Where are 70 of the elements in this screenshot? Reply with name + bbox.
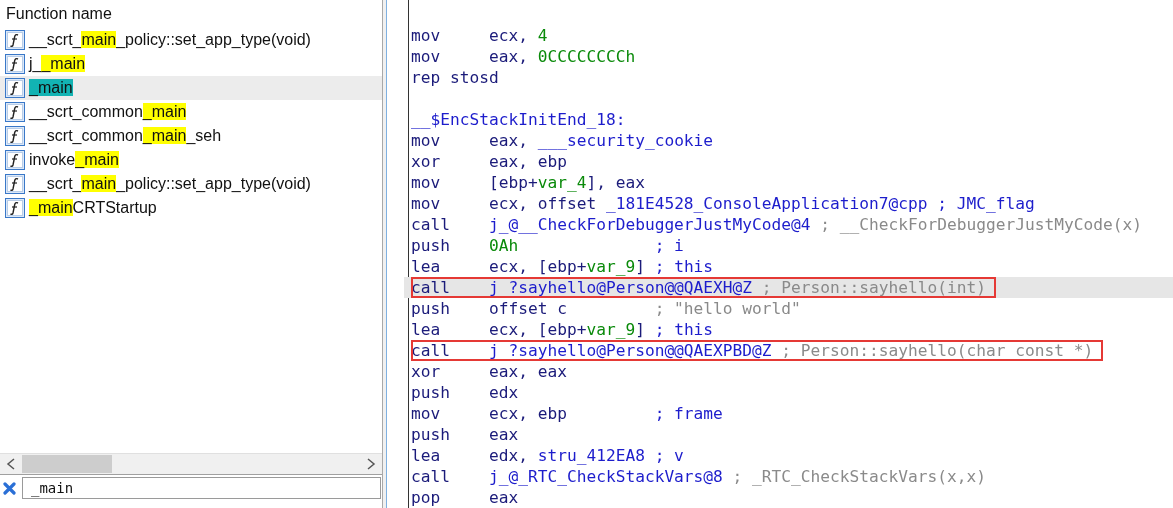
operand: j_?sayhello@Person@@QAEXH@Z [488,278,753,297]
mnemonic: call [411,278,451,297]
filter-field[interactable]: _main [22,477,381,499]
mnemonic: rep stosd [411,68,499,87]
function-icon [5,174,25,194]
mnemonic: pop [411,488,442,507]
mnemonic: push [411,236,451,255]
mnemonic: xor [411,152,442,171]
operand: edx [488,383,519,402]
comment: ; this [654,257,714,276]
function-item[interactable]: _mainCRTStartup [0,196,382,220]
comment: ; _RTC_CheckStackVars(x,x) [732,467,986,486]
mnemonic: call [411,467,451,486]
code-label: __$EncStackInitEnd_18: [411,110,626,129]
comment: ; frame [654,404,723,423]
operand: edx, stru_412EA8 [488,446,645,465]
mnemonic: xor [411,362,442,381]
operand: ecx, 4 [488,26,548,45]
horizontal-scrollbar[interactable] [0,453,382,475]
comment: ; JMC_flag [937,194,1035,213]
operand: ecx, [ebp+var_9] [488,257,645,276]
function-item[interactable]: _main [0,76,382,100]
operand: ecx, [ebp+var_9] [488,320,645,339]
operand: [ebp+var_4], eax [488,173,645,192]
mnemonic: mov [411,131,442,150]
function-icon [5,30,25,50]
comment: ; "hello world" [654,299,801,318]
mnemonic: lea [411,446,442,465]
comment: ; v [654,446,684,465]
mnemonic: push [411,299,451,318]
scroll-left-icon[interactable] [6,458,16,470]
operand: eax [488,488,519,507]
mnemonic: mov [411,404,442,423]
mnemonic: mov [411,26,442,45]
mnemonic: mov [411,173,442,192]
comment: ; Person::sayhello(char const *) [781,341,1094,360]
comment: ; this [654,320,714,339]
operand: eax [488,425,519,444]
operand: j_@_RTC_CheckStackVars@8 [488,467,723,486]
function-icon [5,150,25,170]
operand: eax, ___security_cookie [488,131,714,150]
mnemonic: push [411,425,451,444]
mnemonic: mov [411,47,442,66]
mnemonic: mov [411,194,442,213]
function-icon [5,78,25,98]
function-item[interactable]: invoke_main [0,148,382,172]
operand: j_?sayhello@Person@@QAEXPBD@Z [488,341,772,360]
operand: ecx, offset _181E4528_ConsoleApplication7@cpp [488,194,928,213]
clear-filter-icon[interactable] [3,481,16,495]
function-icon [5,198,25,218]
operand: offset c [488,299,568,318]
mnemonic: push [411,383,451,402]
comment: ; __CheckForDebuggerJustMyCode(x) [820,215,1142,234]
mnemonic: call [411,341,451,360]
function-icon [5,126,25,146]
scroll-right-icon[interactable] [366,458,376,470]
comment: ; i [654,236,684,255]
operand: eax, eax [488,362,567,381]
function-icon [5,54,25,74]
operand: ecx, ebp [488,404,568,423]
operand: j_@__CheckForDebuggerJustMyCode@4 [488,215,811,234]
column-header: Function name [6,5,112,23]
operand: eax, ebp [488,152,567,171]
comment: ; Person::sayhello(int) [761,278,986,297]
function-icon [5,102,25,122]
operand: 0Ah [488,236,520,255]
operand: eax, 0CCCCCCCCh [488,47,636,66]
mnemonic: lea [411,257,442,276]
mnemonic: lea [411,320,442,339]
mnemonic: call [411,215,451,234]
